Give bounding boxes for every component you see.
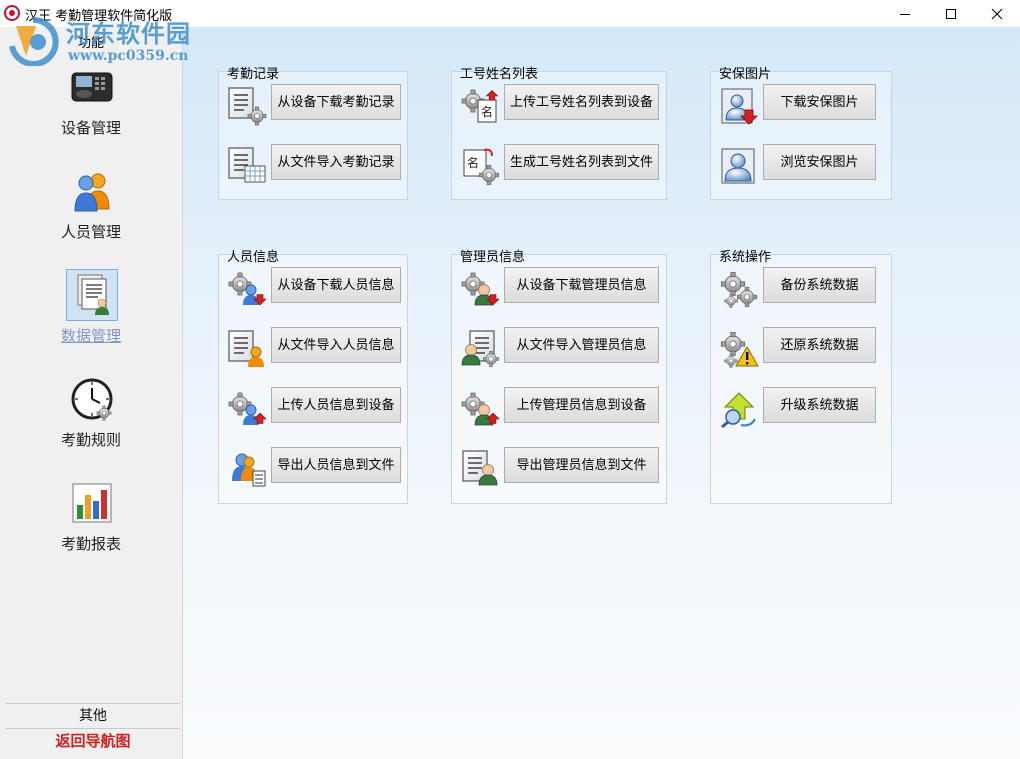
import-records-button[interactable]: 从文件导入考勤记录 xyxy=(271,144,401,180)
export-person-icon xyxy=(232,453,266,487)
sidebar-title: 功能 xyxy=(77,36,104,51)
title-bar: 汉王 考勤管理软件简化版 xyxy=(0,0,1020,27)
main-panel: 考勤记录 从设备下载考勤记录 从文件导入考勤记录 工号姓名列表 名 上传工号姓名… xyxy=(183,27,1020,759)
sidebar: 功能 设备管理 人员管理 数据管理 考勤规则 考勤报表 其他 返回导航图 xyxy=(0,27,183,759)
sidebar-item-reports[interactable]: 考勤报表 xyxy=(2,477,180,567)
download-records-button[interactable]: 从设备下载考勤记录 xyxy=(271,84,401,120)
svg-text:名: 名 xyxy=(481,104,493,119)
download-photo-icon xyxy=(721,88,758,125)
backup-button[interactable]: 备份系统数据 xyxy=(763,267,876,303)
upload-person-button[interactable]: 上传人员信息到设备 xyxy=(271,387,401,423)
generate-list-button[interactable]: 生成工号姓名列表到文件 xyxy=(504,144,659,180)
people-icon xyxy=(66,165,118,217)
sidebar-item-data[interactable]: 数据管理 xyxy=(2,269,180,359)
import-file-icon xyxy=(228,147,266,183)
import-person-button[interactable]: 从文件导入人员信息 xyxy=(271,327,401,363)
generate-list-icon: 名 xyxy=(463,148,500,186)
maximize-button[interactable] xyxy=(928,0,974,27)
download-admin-icon xyxy=(461,272,500,306)
backup-gears-icon xyxy=(720,271,758,308)
download-photo-button[interactable]: 下载安保图片 xyxy=(763,84,876,120)
browse-photo-icon xyxy=(721,148,755,184)
browse-photo-button[interactable]: 浏览安保图片 xyxy=(763,144,876,180)
upgrade-button[interactable]: 升级系统数据 xyxy=(763,387,876,423)
group-title: 考勤记录 xyxy=(227,67,280,82)
restore-warning-icon xyxy=(720,331,759,368)
back-to-nav-button[interactable]: 返回导航图 xyxy=(6,728,180,753)
sidebar-item-label: 数据管理 xyxy=(60,327,121,345)
app-logo-icon xyxy=(4,5,20,21)
close-icon xyxy=(991,8,1003,19)
group-person: 人员信息 从设备下载人员信息 从文件导入人员信息 上传人员信息到设备 导出人员信… xyxy=(218,250,408,504)
group-security: 安保图片 下载安保图片 浏览安保图片 xyxy=(710,67,892,200)
sidebar-item-rules[interactable]: 考勤规则 xyxy=(2,373,180,463)
upgrade-arrow-icon xyxy=(721,392,756,429)
group-title: 系统操作 xyxy=(719,250,772,265)
group-title: 人员信息 xyxy=(227,250,280,265)
upload-list-icon: 名 xyxy=(461,89,498,123)
sidebar-item-label: 人员管理 xyxy=(60,223,121,241)
upload-admin-button[interactable]: 上传管理员信息到设备 xyxy=(504,387,659,423)
group-system: 系统操作 备份系统数据 还原系统数据 升级系统数据 xyxy=(710,250,892,504)
sidebar-item-label: 考勤报表 xyxy=(60,535,121,553)
sidebar-item-label: 设备管理 xyxy=(60,119,121,137)
restore-button[interactable]: 还原系统数据 xyxy=(763,327,876,363)
group-admin: 管理员信息 从设备下载管理员信息 从文件导入管理员信息 上传管理员信息到设备 导… xyxy=(451,250,667,504)
bar-chart-icon xyxy=(66,477,118,529)
sidebar-item-label: 考勤规则 xyxy=(60,431,121,449)
group-attendance: 考勤记录 从设备下载考勤记录 从文件导入考勤记录 xyxy=(218,67,408,200)
device-icon xyxy=(66,61,118,113)
sidebar-item-device[interactable]: 设备管理 xyxy=(2,61,180,151)
download-admin-button[interactable]: 从设备下载管理员信息 xyxy=(504,267,659,303)
clock-icon xyxy=(66,373,118,425)
import-person-icon xyxy=(228,330,264,367)
group-title: 管理员信息 xyxy=(460,250,526,265)
group-title: 工号姓名列表 xyxy=(460,67,539,82)
close-button[interactable] xyxy=(974,0,1020,27)
minimize-icon xyxy=(900,13,910,15)
download-person-icon xyxy=(228,272,267,306)
import-admin-icon xyxy=(461,330,500,368)
download-records-icon xyxy=(228,87,267,126)
export-admin-button[interactable]: 导出管理员信息到文件 xyxy=(504,447,659,483)
maximize-icon xyxy=(946,8,956,19)
export-admin-icon xyxy=(462,450,498,486)
minimize-button[interactable] xyxy=(882,0,928,27)
sidebar-panel: 功能 设备管理 人员管理 数据管理 考勤规则 考勤报表 其他 返回导航图 xyxy=(2,27,180,759)
group-title: 安保图片 xyxy=(719,67,772,82)
group-idname: 工号姓名列表 名 上传工号姓名列表到设备 名 生成工号姓名列表到文件 xyxy=(451,67,667,200)
upload-admin-icon xyxy=(461,392,500,426)
upload-person-icon xyxy=(228,392,267,425)
svg-text:名: 名 xyxy=(467,155,479,170)
sidebar-item-people[interactable]: 人员管理 xyxy=(2,165,180,255)
upload-list-button[interactable]: 上传工号姓名列表到设备 xyxy=(504,84,659,120)
export-person-button[interactable]: 导出人员信息到文件 xyxy=(271,447,401,483)
data-document-icon xyxy=(66,269,118,321)
import-admin-button[interactable]: 从文件导入管理员信息 xyxy=(504,327,659,363)
window-title: 汉王 考勤管理软件简化版 xyxy=(25,9,173,24)
download-person-button[interactable]: 从设备下载人员信息 xyxy=(271,267,401,303)
other-button[interactable]: 其他 xyxy=(6,703,180,728)
